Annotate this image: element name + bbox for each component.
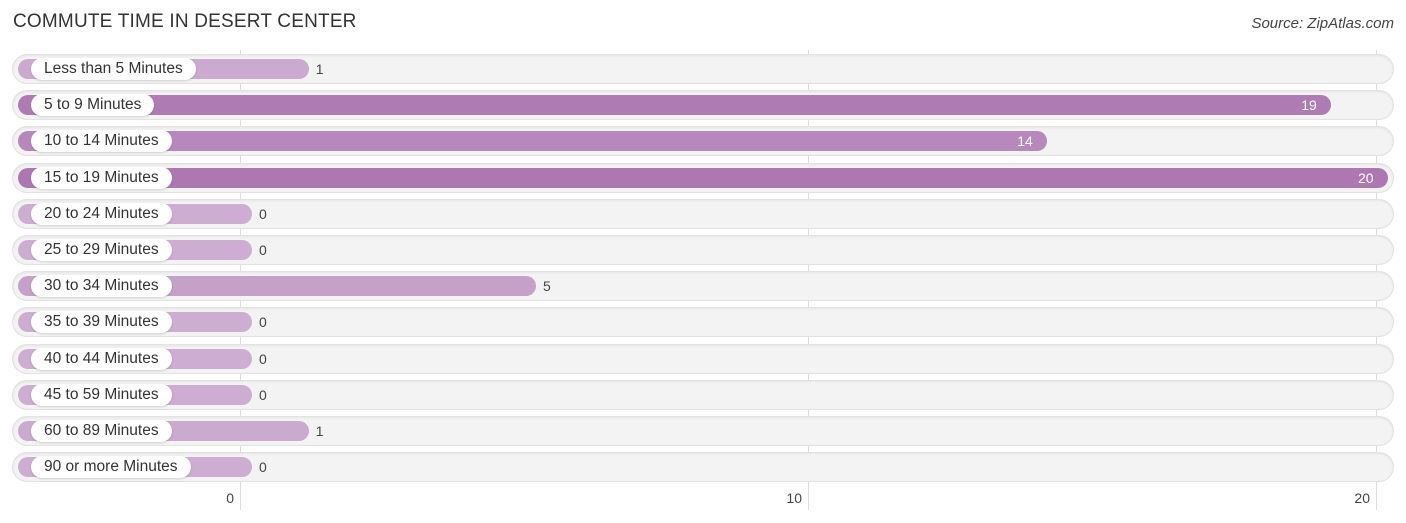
data-label: 0 <box>259 350 267 367</box>
category-label: 45 to 59 Minutes <box>31 383 172 406</box>
category-label: 40 to 44 Minutes <box>31 347 172 370</box>
data-label: 19 <box>1301 97 1317 114</box>
category-label: Less than 5 Minutes <box>31 58 196 80</box>
data-label: 1 <box>315 61 324 77</box>
source-label: Source: ZipAtlas.com <box>1251 15 1394 32</box>
x-tick-label: 0 <box>226 490 234 506</box>
category-label: 20 to 24 Minutes <box>31 202 172 225</box>
category-label: 10 to 14 Minutes <box>31 130 172 153</box>
category-label: 30 to 34 Minutes <box>31 275 172 298</box>
bar <box>18 95 1332 116</box>
chart-title: COMMUTE TIME IN DESERT CENTER <box>13 11 357 32</box>
bar <box>18 131 1048 152</box>
data-label: 14 <box>1017 133 1033 150</box>
x-tick-label: 20 <box>1354 490 1370 506</box>
data-label: 0 <box>259 242 267 258</box>
category-label: 60 to 89 Minutes <box>31 420 172 442</box>
category-label: 35 to 39 Minutes <box>31 311 172 334</box>
category-label: 25 to 29 Minutes <box>31 239 172 261</box>
x-tick-label: 10 <box>786 490 802 506</box>
data-label: 1 <box>315 423 324 439</box>
data-label: 0 <box>259 386 267 403</box>
data-label: 0 <box>259 459 267 476</box>
category-label: 90 or more Minutes <box>31 456 191 479</box>
category-label: 5 to 9 Minutes <box>31 94 155 117</box>
bar <box>18 167 1388 188</box>
data-label: 0 <box>259 314 267 331</box>
data-label: 20 <box>1358 169 1374 186</box>
data-label: 5 <box>543 278 551 295</box>
data-label: 0 <box>259 205 267 222</box>
category-label: 15 to 19 Minutes <box>31 166 172 189</box>
chart: COMMUTE TIME IN DESERT CENTER Source: Zi… <box>0 0 1406 523</box>
